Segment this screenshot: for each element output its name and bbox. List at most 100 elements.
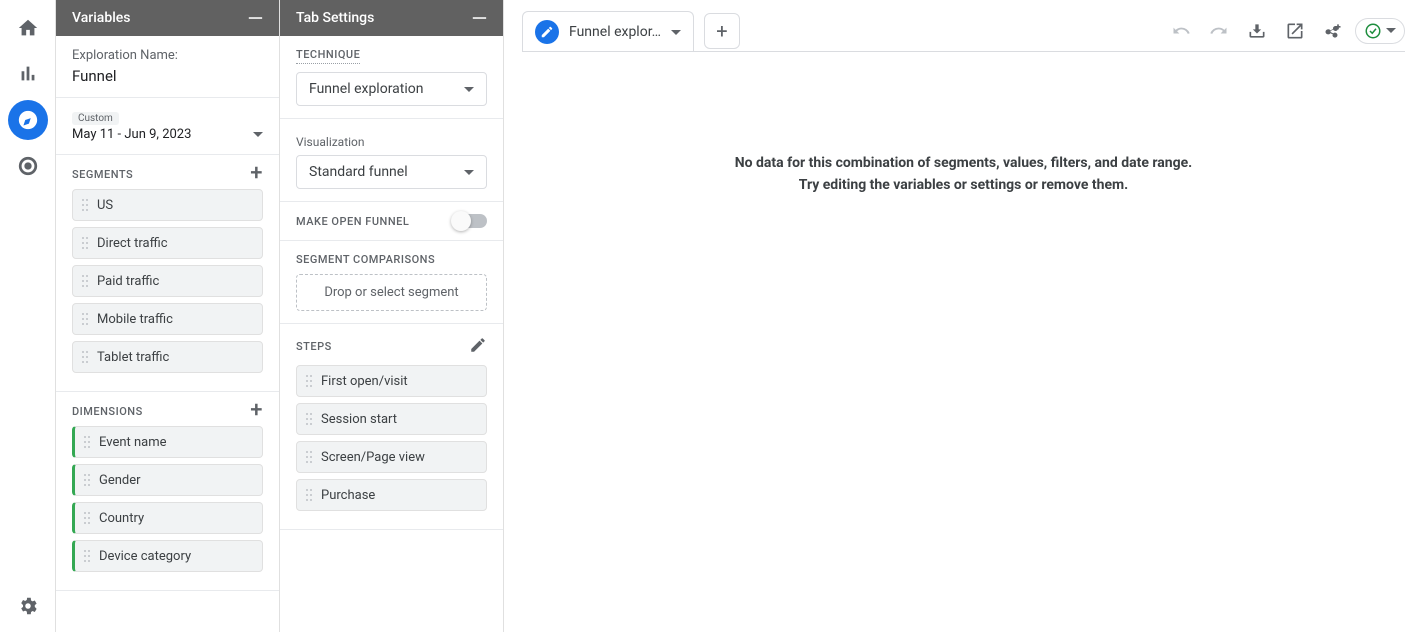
variables-header: Variables —: [56, 0, 279, 36]
exploration-name-section: Exploration Name: Funnel: [56, 36, 279, 98]
open-funnel-section: MAKE OPEN FUNNEL: [280, 202, 503, 241]
download-icon: [1247, 21, 1267, 41]
segment-comparisons-section: SEGMENT COMPARISONS Drop or select segme…: [280, 241, 503, 324]
visualization-label: Visualization: [296, 135, 487, 149]
undo-icon: [1171, 21, 1191, 41]
dimension-chip[interactable]: Device category: [72, 540, 263, 572]
export-button[interactable]: [1279, 15, 1311, 47]
share-button[interactable]: [1317, 15, 1349, 47]
redo-button[interactable]: [1203, 15, 1235, 47]
grip-icon: [83, 511, 91, 525]
bar-chart-icon: [17, 63, 39, 85]
tab-icon: [535, 20, 559, 44]
tab-settings-panel: Tab Settings — TECHNIQUE Funnel explorat…: [280, 0, 504, 632]
open-funnel-toggle[interactable]: [453, 214, 487, 228]
nav-rail: [0, 0, 56, 632]
target-icon: [17, 155, 39, 177]
step-chip[interactable]: Session start: [296, 403, 487, 435]
grip-icon: [81, 350, 89, 364]
redo-icon: [1209, 21, 1229, 41]
home-icon: [17, 17, 39, 39]
chevron-down-icon[interactable]: [671, 30, 681, 35]
no-data-message: No data for this combination of segments…: [522, 52, 1405, 197]
nav-advertising[interactable]: [8, 146, 48, 186]
step-chip[interactable]: Screen/Page view: [296, 441, 487, 473]
no-data-line2: Try editing the variables or settings or…: [522, 174, 1405, 196]
chip-label: Session start: [321, 412, 397, 427]
date-range-value: May 11 - Jun 9, 2023: [72, 127, 191, 142]
main-canvas: Funnel explor… +: [504, 0, 1423, 632]
toggle-knob: [451, 211, 471, 231]
export-icon: [1285, 21, 1305, 41]
technique-select[interactable]: Funnel exploration: [296, 72, 487, 106]
technique-value: Funnel exploration: [309, 81, 423, 97]
steps-label: STEPS: [296, 340, 332, 353]
visualization-section: Visualization Standard funnel: [280, 119, 503, 202]
grip-icon: [305, 450, 313, 464]
dimensions-section: DIMENSIONS + Event name Gender Country Devi…: [56, 392, 279, 591]
dimension-chip[interactable]: Gender: [72, 464, 263, 496]
segment-chip[interactable]: Direct traffic: [72, 227, 263, 259]
steps-section: STEPS First open/visit Session start Scree…: [280, 324, 503, 530]
step-chip[interactable]: First open/visit: [296, 365, 487, 397]
segment-chip[interactable]: Mobile traffic: [72, 303, 263, 335]
tab-label: Funnel explor…: [569, 24, 661, 40]
chevron-down-icon: [1386, 28, 1396, 33]
chip-label: Screen/Page view: [321, 450, 425, 465]
tab-settings-header: Tab Settings —: [280, 0, 503, 36]
minimize-tabsettings-icon[interactable]: —: [472, 12, 487, 24]
chip-label: Device category: [99, 549, 191, 564]
add-tab-button[interactable]: +: [704, 13, 740, 49]
chip-label: Purchase: [321, 488, 375, 503]
dimensions-label: DIMENSIONS: [72, 405, 143, 418]
share-icon: [1323, 21, 1343, 41]
segment-chip[interactable]: Paid traffic: [72, 265, 263, 297]
chip-label: First open/visit: [321, 374, 408, 389]
grip-icon: [305, 488, 313, 502]
chevron-down-icon: [464, 87, 474, 92]
grip-icon: [81, 198, 89, 212]
nav-explore[interactable]: [8, 100, 48, 140]
add-dimension-icon[interactable]: +: [250, 404, 263, 418]
chevron-down-icon: [464, 170, 474, 175]
edit-steps-icon[interactable]: [469, 336, 487, 357]
date-custom-badge: Custom: [72, 112, 119, 125]
tab-settings-title: Tab Settings: [296, 10, 374, 26]
segment-chip[interactable]: Tablet traffic: [72, 341, 263, 373]
grip-icon: [81, 312, 89, 326]
chip-label: Event name: [99, 435, 167, 450]
download-button[interactable]: [1241, 15, 1273, 47]
segment-dropzone[interactable]: Drop or select segment: [296, 274, 487, 311]
canvas-area: No data for this combination of segments…: [522, 51, 1405, 614]
status-pill[interactable]: [1355, 18, 1405, 44]
grip-icon: [81, 274, 89, 288]
grip-icon: [305, 374, 313, 388]
chip-label: Tablet traffic: [97, 350, 169, 365]
add-segment-icon[interactable]: +: [250, 167, 263, 181]
variables-title: Variables: [72, 10, 130, 26]
visualization-select[interactable]: Standard funnel: [296, 155, 487, 189]
segment-chip[interactable]: US: [72, 189, 263, 221]
grip-icon: [83, 435, 91, 449]
nav-home[interactable]: [8, 8, 48, 48]
segment-comparisons-label: SEGMENT COMPARISONS: [296, 253, 435, 266]
undo-button[interactable]: [1165, 15, 1197, 47]
technique-section: TECHNIQUE Funnel exploration: [280, 36, 503, 119]
dimension-chip[interactable]: Event name: [72, 426, 263, 458]
grip-icon: [305, 412, 313, 426]
nav-admin[interactable]: [8, 586, 48, 626]
check-circle-icon: [1364, 22, 1382, 40]
chip-label: Country: [99, 511, 144, 526]
step-chip[interactable]: Purchase: [296, 479, 487, 511]
visualization-value: Standard funnel: [309, 164, 408, 180]
gear-icon: [17, 595, 39, 617]
dimension-chip[interactable]: Country: [72, 502, 263, 534]
nav-reports[interactable]: [8, 54, 48, 94]
chevron-down-icon: [253, 132, 263, 137]
exploration-tab[interactable]: Funnel explor…: [522, 11, 694, 52]
exploration-name-value[interactable]: Funnel: [72, 67, 263, 85]
date-range-section[interactable]: Custom May 11 - Jun 9, 2023: [56, 98, 279, 155]
chip-label: Direct traffic: [97, 236, 168, 251]
minimize-variables-icon[interactable]: —: [248, 12, 263, 24]
open-funnel-label: MAKE OPEN FUNNEL: [296, 215, 409, 228]
